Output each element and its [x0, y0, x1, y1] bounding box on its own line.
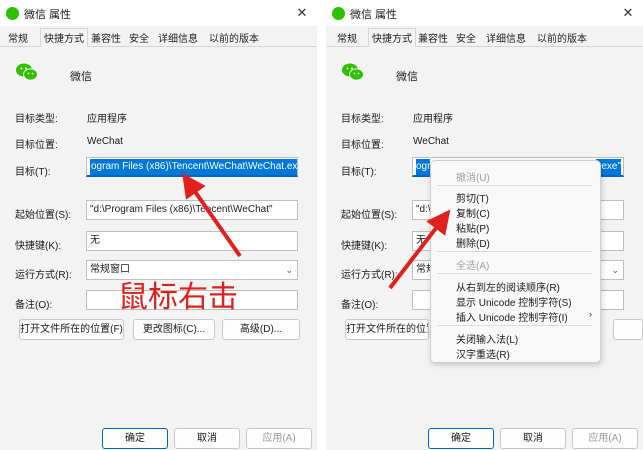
arrow-to-copy-item	[388, 209, 451, 290]
arrow-to-target-field	[182, 173, 242, 258]
annotation-arrows	[182, 173, 451, 290]
